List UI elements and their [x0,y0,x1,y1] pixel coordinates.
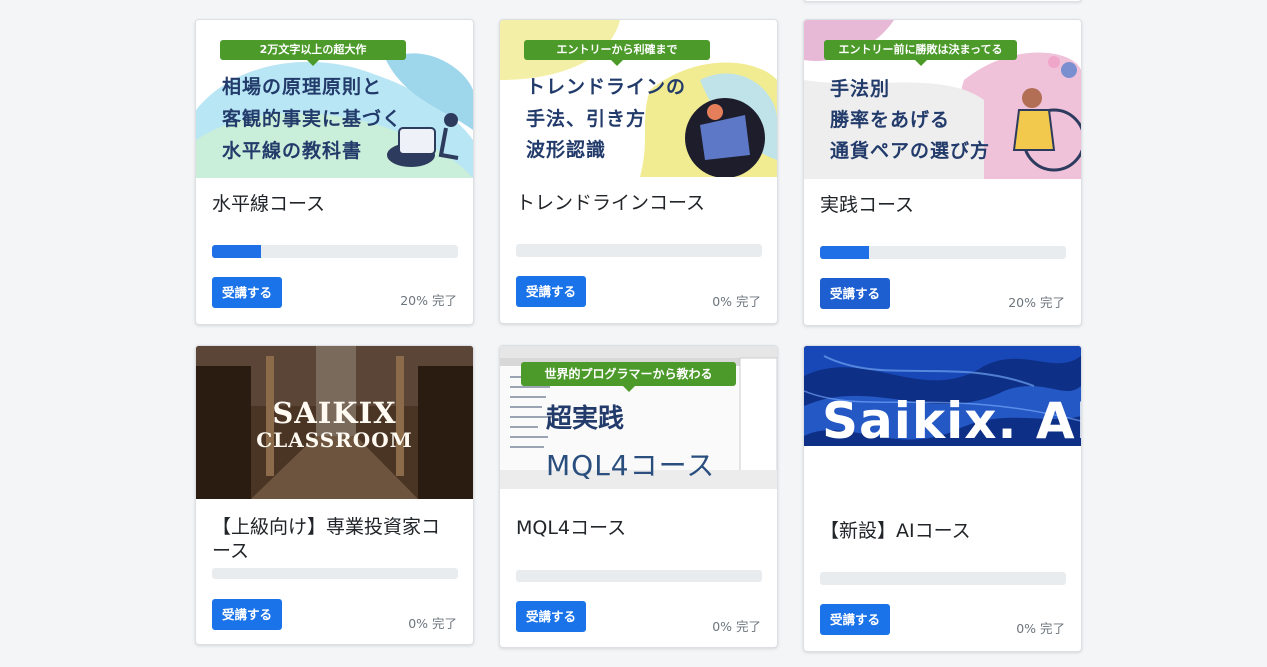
thumbnail-headline-3: 波形認識 [526,139,607,161]
course-card-ai[interactable]: Saikix. AI 【新設】AIコース 受講する 0% 完了 [803,345,1082,652]
thumbnail-logo-line-2: CLASSROOM [256,428,413,452]
course-thumbnail[interactable]: Saikix. AI [804,346,1081,446]
course-title[interactable]: トレンドラインコース [516,177,761,215]
course-thumbnail[interactable]: エントリーから利確まで トレンドラインの 手法、引き方 波形認識 [500,20,777,177]
enroll-button[interactable]: 受講する [212,599,283,630]
progress-bar [212,568,458,579]
progress-bar-fill [212,245,262,258]
thumbnail-ribbon: 2万文字以上の超大作 [220,40,406,66]
thumbnail-ribbon: エントリー前に勝敗は決まってる [824,40,1017,66]
progress-bar [516,244,762,257]
course-card-advanced-investor[interactable]: SAIKIX CLASSROOM 【上級向け】専業投資家コース 受講する 0% … [195,345,474,645]
course-grid: 2万文字以上の超大作 相場の原理原則と 客観的事実に基づく 水平線の教科書 水平… [0,0,1267,667]
completion-status: 0% 完了 [712,619,761,634]
completion-status: 0% 完了 [712,294,761,309]
thumbnail-headline-3: 水平線の教科書 [222,140,363,162]
course-title[interactable]: 【新設】AIコース [820,446,1065,543]
progress-bar-fill [820,246,870,259]
completion-status: 20% 完了 [400,293,457,308]
course-thumbnail[interactable]: エントリー前に勝敗は決まってる 手法別 勝率をあげる 通貨ペアの選び方 [804,20,1081,179]
completion-status: 0% 完了 [1016,621,1065,636]
previous-row-card [803,0,1082,2]
thumbnail-headline-2: 勝率をあげる [830,109,951,131]
thumbnail-headline-1: トレンドラインの [526,76,687,98]
enroll-button[interactable]: 受講する [212,277,283,308]
completion-status: 0% 完了 [408,616,457,631]
thumbnail-headline-1: 相場の原理原則と [222,76,383,98]
enroll-button[interactable]: 受講する [820,278,891,309]
thumbnail-headline-1: 手法別 [830,78,891,100]
thumbnail-headline-1: 超実践 [546,404,625,434]
thumbnail-headline-2: 客観的事実に基づく [222,108,403,130]
course-card-mql4[interactable]: 世界的プログラマーから教わる 超実践 MQL4コース MQL4コース 受講する … [499,345,778,648]
enroll-button[interactable]: 受講する [516,276,587,307]
thumbnail-headline-2: MQL4コース [546,449,716,482]
thumbnail-ribbon: 世界的プログラマーから教わる [521,362,736,392]
progress-bar [516,570,762,582]
progress-bar [212,245,458,258]
thumbnail-logo-line-1: SAIKIX [272,396,397,430]
course-thumbnail[interactable]: SAIKIX CLASSROOM [196,346,473,499]
thumbnail-ribbon: エントリーから利確まで [524,40,710,66]
course-title[interactable]: 【上級向け】専業投資家コース [212,499,442,563]
progress-bar [820,572,1066,585]
thumbnail-headline-3: 通貨ペアの選び方 [830,140,991,162]
course-thumbnail[interactable]: 2万文字以上の超大作 相場の原理原則と 客観的事実に基づく 水平線の教科書 [196,20,473,178]
progress-bar [820,246,1066,259]
course-title[interactable]: 実践コース [820,179,1065,217]
completion-status: 20% 完了 [1008,295,1065,310]
enroll-button[interactable]: 受講する [516,601,587,632]
course-title[interactable]: 水平線コース [212,178,457,216]
thumbnail-logo: Saikix. AI [822,392,1081,446]
course-thumbnail[interactable]: 世界的プログラマーから教わる 超実践 MQL4コース [500,346,777,489]
course-card-practical[interactable]: エントリー前に勝敗は決まってる 手法別 勝率をあげる 通貨ペアの選び方 実践コー… [803,19,1082,326]
course-title[interactable]: MQL4コース [516,489,761,540]
course-card-trendline[interactable]: エントリーから利確まで トレンドラインの 手法、引き方 波形認識 トレンドライン… [499,19,778,324]
course-card-horizontal-line[interactable]: 2万文字以上の超大作 相場の原理原則と 客観的事実に基づく 水平線の教科書 水平… [195,19,474,325]
thumbnail-headline-2: 手法、引き方 [526,108,647,130]
enroll-button[interactable]: 受講する [820,604,891,635]
